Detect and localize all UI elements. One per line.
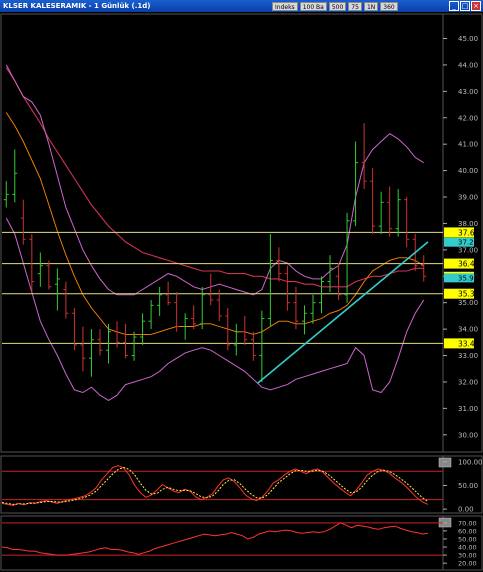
price-tick-label: 35.00 bbox=[458, 299, 478, 307]
level-label: 33.46 bbox=[458, 339, 480, 348]
price-tick-label: 43.00 bbox=[458, 88, 478, 96]
stoch-d-line bbox=[1, 466, 429, 505]
stoch-tick-label: 50.00 bbox=[458, 482, 478, 490]
price-label: 37.29 bbox=[458, 239, 478, 247]
ma-long-line bbox=[5, 67, 424, 288]
price-tick-label: 33.00 bbox=[458, 352, 478, 360]
rsi-tick-label: 50.00 bbox=[458, 535, 477, 543]
rsi-tick-label: 20.00 bbox=[458, 560, 477, 568]
price-label: 35.94 bbox=[458, 274, 479, 282]
pane-frame-0 bbox=[0, 13, 483, 453]
price-tick-label: 42.00 bbox=[458, 114, 478, 122]
bollinger-upper-line bbox=[5, 64, 424, 296]
rsi-tick-label: 60.00 bbox=[458, 527, 477, 535]
ma-short-line bbox=[5, 112, 424, 335]
rsi-line bbox=[1, 522, 429, 556]
rsi-tick-label: 40.00 bbox=[458, 544, 477, 552]
price-tick-label: 32.00 bbox=[458, 378, 478, 386]
price-tick-label: 45.00 bbox=[458, 35, 478, 43]
bollinger-lower-line bbox=[5, 217, 425, 401]
price-tick-label: 34.00 bbox=[458, 326, 478, 334]
level-label: 35.34 bbox=[458, 290, 480, 299]
price-tick-label: 39.00 bbox=[458, 194, 478, 202]
level-label: 37.66 bbox=[458, 228, 480, 237]
level-label: 36.48 bbox=[458, 260, 480, 269]
stoch-pane-button bbox=[438, 457, 452, 468]
price-tick-label: 31.00 bbox=[458, 405, 478, 413]
price-tick-label: 40.00 bbox=[458, 167, 478, 175]
price-tick-label: 37.00 bbox=[458, 246, 478, 254]
stoch-tick-label: 0.00 bbox=[458, 506, 474, 514]
rsi-tick-label: 70.00 bbox=[458, 519, 477, 527]
pane-frame-2 bbox=[0, 515, 483, 571]
stoch-tick-label: 100.00 bbox=[458, 458, 483, 466]
chart-canvas[interactable]: 45.00 44.00 43.00 42.00 41.00 40.00 39.00 38.00… bbox=[0, 0, 483, 572]
price-tick-label: 30.00 bbox=[458, 431, 478, 439]
price-tick-label: 44.00 bbox=[458, 61, 478, 69]
price-tick-label: 38.00 bbox=[458, 220, 478, 228]
rsi-tick-label: 30.00 bbox=[458, 552, 477, 560]
pane-frame-1 bbox=[0, 455, 483, 514]
price-tick-label: 41.00 bbox=[458, 141, 478, 149]
